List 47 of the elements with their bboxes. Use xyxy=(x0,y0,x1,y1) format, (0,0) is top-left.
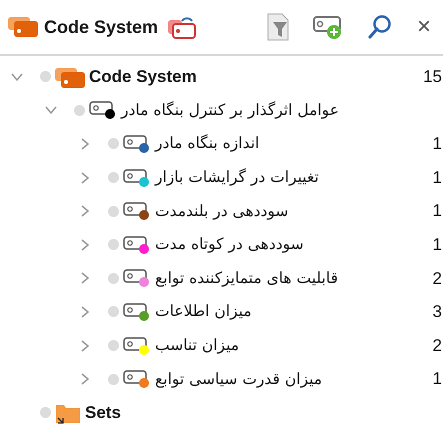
tag-icon xyxy=(123,168,147,182)
tree-label[interactable]: میزان اطلاعات xyxy=(155,300,252,324)
panel-title: Code System xyxy=(44,16,158,39)
tree-label[interactable]: میزان تناسب xyxy=(155,334,240,358)
code-count: 1 xyxy=(432,133,443,156)
status-dot xyxy=(108,340,119,352)
code-count: 2 xyxy=(432,334,443,357)
tag-icon xyxy=(123,336,147,350)
status-dot xyxy=(74,104,85,116)
tag-icon xyxy=(123,370,147,384)
code-system-icon xyxy=(55,66,85,88)
status-dot xyxy=(108,306,119,318)
tag-icon xyxy=(123,202,147,216)
status-dot xyxy=(108,239,119,250)
tag-icon xyxy=(123,303,147,317)
tree-label[interactable]: میزان قدرت سیاسی توابع xyxy=(155,368,322,391)
search-icon[interactable] xyxy=(366,14,393,40)
tree-label[interactable]: Sets xyxy=(85,400,121,425)
tree-label[interactable]: سوددهی در بلندمدت xyxy=(155,200,288,223)
status-dot xyxy=(108,272,119,284)
code-count: 1 xyxy=(432,166,443,189)
tag-icon xyxy=(89,102,113,116)
tree-label[interactable]: Code System xyxy=(89,64,197,90)
tree-label[interactable]: قابلیت های متمایزکننده توابع xyxy=(155,266,338,290)
tree-label[interactable]: سوددهی در کوتاه مدت xyxy=(155,233,304,256)
tree-label[interactable]: تغییرات در گرایشات بازار xyxy=(155,166,319,190)
status-dot xyxy=(40,71,51,82)
tag-icon xyxy=(123,236,147,250)
code-system-icon xyxy=(8,15,40,39)
status-dot xyxy=(108,172,119,184)
tree-label[interactable]: عوامل اثرگذار بر کنترل بنگاه مادر xyxy=(121,98,339,122)
code-count: 1 xyxy=(432,234,443,256)
status-dot xyxy=(108,206,119,217)
code-count: 1 xyxy=(432,368,443,390)
status-dot xyxy=(108,138,119,150)
status-dot xyxy=(108,374,119,385)
filter-icon[interactable] xyxy=(266,13,289,41)
code-count: 2 xyxy=(432,268,443,290)
status-dot xyxy=(40,407,51,418)
tree-label[interactable]: اندازه بنگاه مادر xyxy=(155,132,260,156)
close-button[interactable]: × xyxy=(416,15,431,39)
code-count: 15 xyxy=(423,66,443,88)
add-code-icon[interactable] xyxy=(312,14,343,40)
tag-icon xyxy=(123,270,147,284)
code-count: 1 xyxy=(432,200,443,222)
tag-icon xyxy=(123,135,147,149)
code-count: 3 xyxy=(432,301,443,324)
